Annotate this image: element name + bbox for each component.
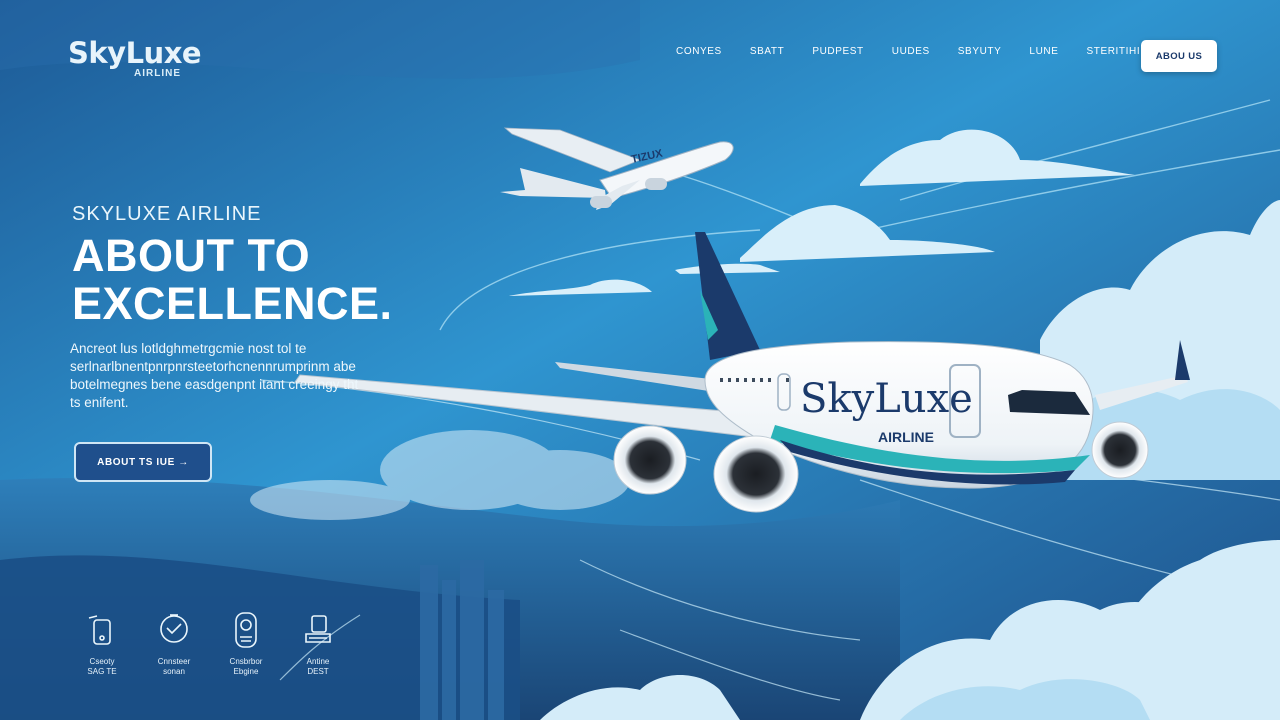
feature-item[interactable]: Cseoty SAG TE: [66, 610, 138, 677]
feature-item[interactable]: Antine DEST: [282, 610, 354, 677]
about-us-button[interactable]: ABOU US: [1141, 40, 1217, 72]
feature-item[interactable]: Cnnsteer sonan: [138, 610, 210, 677]
nav-item-uudes[interactable]: UUDES: [892, 46, 930, 57]
hero-title-line-2: EXCELLENCE.: [72, 278, 393, 329]
brand-name: SkyLuxe: [68, 36, 202, 70]
nav-item-sbyuty[interactable]: SBYUTY: [958, 46, 1002, 57]
feature-label: Cseoty SAG TE: [87, 657, 117, 676]
hero-description: Ancreot lus lotldghmetrgcmie nost tol te…: [70, 341, 359, 410]
brand-subtitle: AIRLINE: [134, 68, 181, 79]
nav-item-lune[interactable]: LUNE: [1029, 46, 1058, 57]
feature-label: Antine DEST: [306, 657, 330, 676]
hero-title: ABOUT TO EXCELLENCE.: [72, 232, 432, 328]
feature-label: Cnnsteer sonan: [157, 657, 191, 676]
hero-title-line-1: ABOUT TO: [72, 230, 311, 281]
features-row: Cseoty SAG TE Cnnsteer sonan Cnsbrbor Ebgin…: [66, 610, 354, 677]
svg-text:AIRLINE: AIRLINE: [878, 429, 934, 445]
feature-item[interactable]: Cnsbrbor Ebgine: [210, 610, 282, 677]
feature-label: Cnsbrbor Ebgine: [229, 657, 263, 676]
passport-icon: [228, 610, 264, 650]
nav-item-conyes[interactable]: CONYES: [676, 46, 722, 57]
main-nav: CONYES SBATT PUDPEST UUDES SBYUTY LUNE S…: [676, 46, 1184, 57]
brand-logo[interactable]: SkyLuxe AIRLINE: [68, 36, 202, 79]
safety-badge-icon: [156, 610, 192, 650]
hero-cta-button[interactable]: ABOUT TS IUE →: [74, 442, 212, 482]
phone-icon: [84, 610, 120, 650]
nav-item-pudpest[interactable]: PUDPEST: [812, 46, 863, 57]
hero-eyebrow: SKYLUXE AIRLINE: [72, 203, 262, 225]
svg-text:SkyLuxe: SkyLuxe: [800, 376, 973, 422]
seat-icon: [300, 610, 336, 650]
nav-item-sbatt[interactable]: SBATT: [750, 46, 784, 57]
